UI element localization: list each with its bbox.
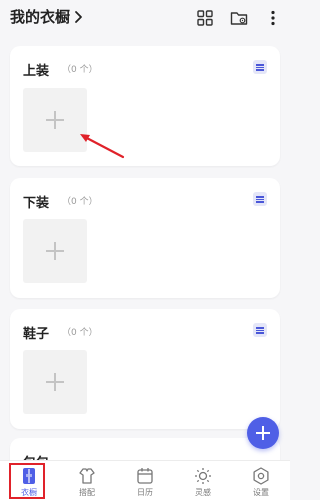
- nav-label: 衣橱: [21, 488, 37, 497]
- nav-item-calendar[interactable]: 日历: [116, 461, 174, 500]
- grid-view-icon[interactable]: [195, 8, 215, 28]
- annotation-arrow: [80, 134, 125, 159]
- nav-label: 搭配: [79, 488, 95, 497]
- category-title: 下装: [23, 196, 50, 211]
- category-card-bottoms: 下装 （0 个）: [10, 178, 280, 298]
- nav-label: 日历: [137, 488, 153, 497]
- nav-label: 灵感: [195, 488, 211, 497]
- nav-item-inspiration[interactable]: 灵感: [174, 461, 232, 500]
- category-menu-button[interactable]: [253, 323, 267, 337]
- wardrobe-icon: [23, 468, 35, 484]
- category-count: （0 个）: [62, 197, 98, 207]
- category-count: （0 个）: [62, 328, 98, 338]
- category-count: （0 个）: [62, 65, 98, 75]
- chevron-right-icon: [75, 10, 82, 23]
- category-title: 鞋子: [23, 327, 50, 342]
- nav-item-wardrobe[interactable]: 衣橱: [0, 461, 58, 500]
- category-card-shoes: 鞋子 （0 个）: [10, 309, 280, 429]
- wardrobe-selector[interactable]: 我的衣橱: [10, 6, 84, 27]
- category-menu-button[interactable]: [253, 192, 267, 206]
- floating-add-button[interactable]: [247, 417, 279, 449]
- nav-item-settings[interactable]: 设置: [232, 461, 290, 500]
- category-title: 上装: [23, 64, 50, 79]
- inspiration-icon: [195, 468, 211, 484]
- nav-item-outfit[interactable]: 搭配: [58, 461, 116, 500]
- calendar-icon: [137, 468, 153, 484]
- top-bar: 我的衣橱: [0, 0, 290, 38]
- folder-settings-icon[interactable]: [229, 8, 249, 28]
- nav-label: 设置: [253, 488, 269, 497]
- bottom-nav: 衣橱 搭配 日历 灵感 设置: [0, 460, 290, 500]
- outfit-icon: [79, 468, 95, 484]
- category-menu-button[interactable]: [253, 60, 267, 74]
- page-title: 我的衣橱: [10, 8, 71, 26]
- settings-icon: [253, 467, 269, 485]
- more-vertical-icon[interactable]: [263, 8, 283, 28]
- add-item-button[interactable]: [23, 219, 87, 283]
- add-item-button[interactable]: [23, 350, 87, 414]
- category-card-tops: 上装 （0 个）: [10, 46, 280, 166]
